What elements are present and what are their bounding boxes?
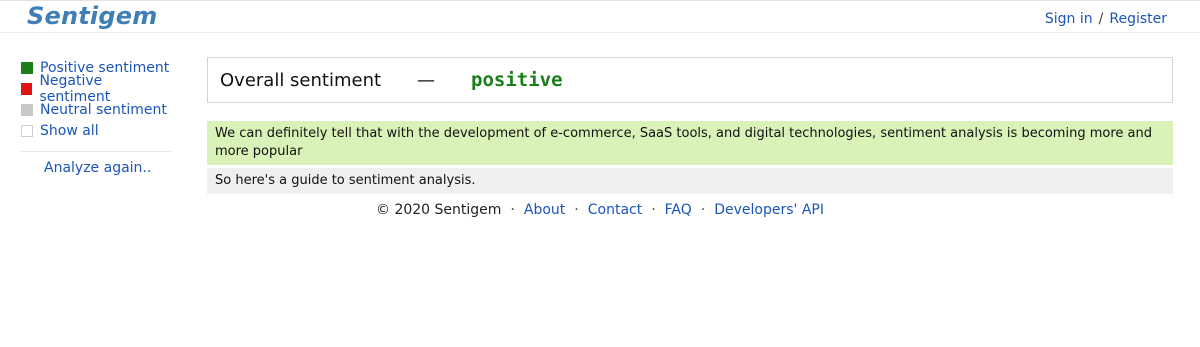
overall-sentiment-label: Overall sentiment [220, 69, 382, 91]
footer-separator: · [510, 202, 515, 218]
auth-links: Sign in / Register [1045, 11, 1167, 27]
top-bar: Sentigem Sign in / Register [0, 0, 1200, 33]
neutral-swatch-icon [21, 103, 33, 116]
footer-faq-link[interactable]: FAQ [665, 202, 692, 218]
sentence-neutral: So here's a guide to sentiment analysis. [207, 168, 1173, 194]
footer-developers-api-link[interactable]: Developers' API [714, 202, 824, 218]
logo[interactable]: Sentigem [27, 2, 157, 30]
auth-separator: / [1098, 11, 1104, 27]
overall-sentiment-dash: — [417, 69, 436, 91]
register-link[interactable]: Register [1109, 11, 1167, 27]
filter-negative[interactable]: Negative sentiment [21, 73, 171, 105]
filter-neutral-label: Neutral sentiment [40, 101, 167, 118]
copyright: © 2020 Sentigem [376, 202, 502, 218]
analysis-results: Overall sentiment — positive We can defi… [207, 57, 1173, 194]
filter-neutral[interactable]: Neutral sentiment [21, 99, 171, 120]
analyze-again-link[interactable]: Analyze again.. [44, 160, 171, 176]
footer-separator: · [700, 202, 706, 218]
sign-in-link[interactable]: Sign in [1045, 11, 1093, 27]
footer-contact-link[interactable]: Contact [588, 202, 642, 218]
filter-show-all[interactable]: Show all [21, 120, 171, 141]
footer-separator: · [651, 202, 656, 218]
footer-about-link[interactable]: About [524, 202, 565, 218]
sidebar-divider [21, 151, 171, 152]
positive-swatch-icon [21, 61, 33, 74]
sentiment-filter-sidebar: Positive sentiment Negative sentiment Ne… [21, 57, 171, 176]
footer-separator: · [574, 202, 579, 218]
footer: © 2020 Sentigem · About · Contact · FAQ · Develo… [376, 202, 824, 218]
negative-swatch-icon [21, 82, 33, 95]
overall-sentiment-verdict: positive [471, 69, 563, 91]
filter-show-all-label: Show all [40, 122, 99, 139]
overall-sentiment-box: Overall sentiment — positive [207, 57, 1173, 103]
filter-negative-label: Negative sentiment [39, 72, 111, 105]
sentence-positive: We can definitely tell that with the dev… [207, 121, 1173, 165]
show-all-swatch-icon [21, 124, 33, 137]
